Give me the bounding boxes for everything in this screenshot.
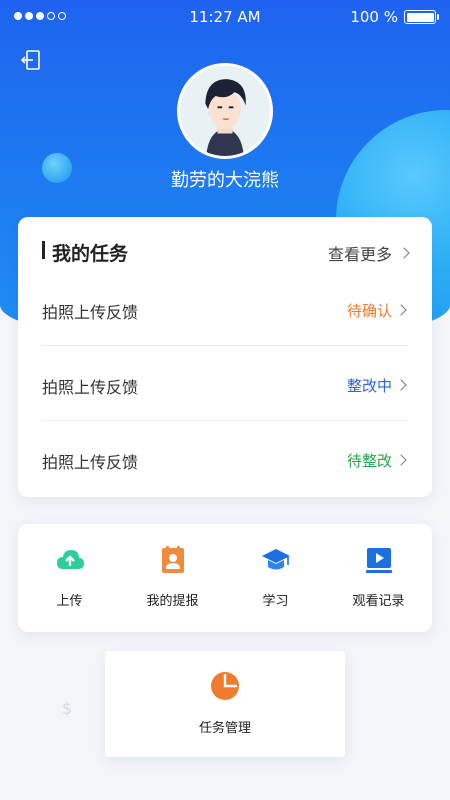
quick-menu-card: 上传 我的提报 学习 观看记录 [18,524,432,632]
user-nickname: 勤劳的大浣熊 [171,170,279,191]
menu-label: 上传 [56,594,83,609]
tasks-title: 我的任务 [52,243,129,265]
title-accent-bar [42,241,45,259]
menu-watch-history[interactable]: 观看记录 [327,524,430,632]
task-status: 待确认 [346,302,392,320]
contact-card-icon [162,546,184,573]
task-row[interactable]: 拍照上传反馈 待确认 [42,272,408,346]
chevron-right-icon [398,247,410,259]
status-bar: 11:27 AM 100 % [0,0,450,34]
task-name: 拍照上传反馈 [42,453,139,472]
menu-my-reports[interactable]: 我的提报 [121,524,224,632]
chevron-right-icon [395,454,407,466]
cloud-upload-icon [57,550,84,569]
task-status: 待整改 [346,452,392,470]
task-status: 整改中 [346,377,392,395]
battery-text: 100 % [350,8,398,26]
logout-icon[interactable] [19,48,43,72]
battery-icon [404,10,439,24]
avatar[interactable] [177,63,273,159]
pie-chart-icon [211,672,239,700]
menu-label: 观看记录 [352,594,405,609]
battery-indicator: 100 % [350,8,439,26]
video-play-icon [366,548,392,573]
chevron-right-icon [395,304,407,316]
faint-dollar-icon: $ [62,699,73,718]
menu-task-management[interactable]: 任务管理 [105,651,345,757]
task-name: 拍照上传反馈 [42,303,139,322]
task-name: 拍照上传反馈 [42,378,139,397]
my-tasks-card: 我的任务 查看更多 拍照上传反馈 待确认 拍照上传反馈 整改中 拍照上传反馈 待… [18,217,432,497]
view-more-label: 查看更多 [327,245,392,264]
chevron-right-icon [395,379,407,391]
menu-study[interactable]: 学习 [224,524,327,632]
menu-upload[interactable]: 上传 [18,524,121,632]
graduation-cap-icon [262,549,290,570]
view-more-link[interactable]: 查看更多 [327,241,410,265]
menu-label: 任务管理 [198,721,251,736]
menu-label: 我的提报 [146,594,199,609]
task-row[interactable]: 拍照上传反馈 待整改 [42,422,408,496]
menu-label: 学习 [262,594,289,609]
task-row[interactable]: 拍照上传反馈 整改中 [42,347,408,421]
